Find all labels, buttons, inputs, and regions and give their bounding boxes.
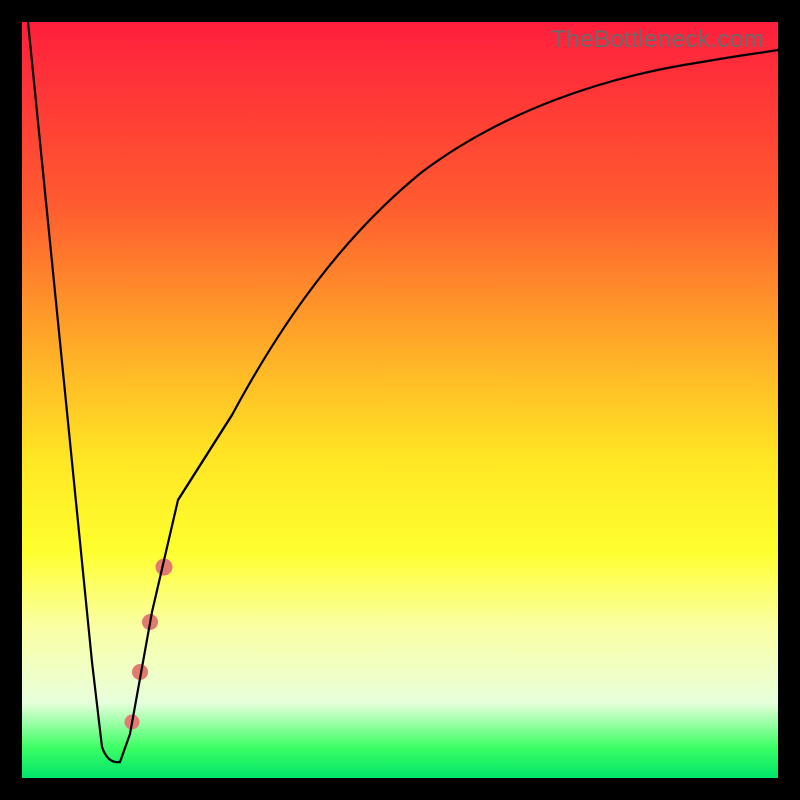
plot-area: TheBottleneck.com <box>22 22 778 778</box>
chart-frame: TheBottleneck.com <box>0 0 800 800</box>
bottleneck-curve <box>22 22 778 778</box>
curve-path <box>28 22 778 762</box>
